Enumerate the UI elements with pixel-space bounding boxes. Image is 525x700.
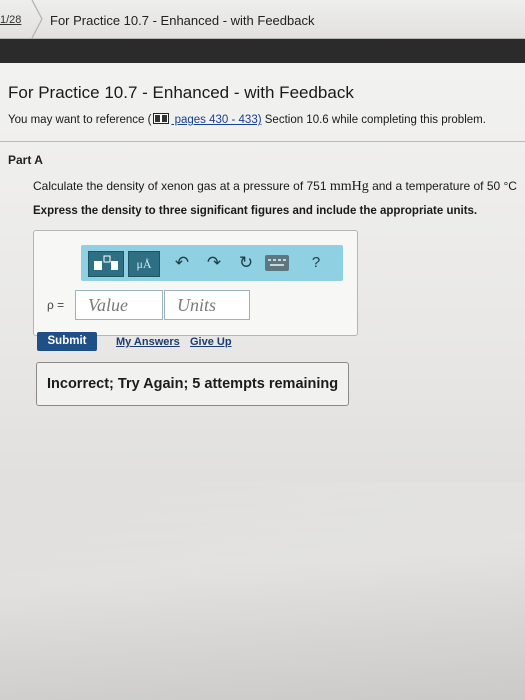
give-up-link[interactable]: Give Up xyxy=(190,336,232,348)
part-label: Part A xyxy=(8,153,43,167)
value-input[interactable]: Value xyxy=(75,290,163,320)
breadcrumb-bar: 1/28 For Practice 10.7 - Enhanced - with… xyxy=(0,0,525,39)
keyboard-icon[interactable] xyxy=(265,255,289,271)
instruction-text: Express the density to three significant… xyxy=(33,205,478,217)
book-icon xyxy=(153,113,170,124)
undo-icon[interactable]: ↶ xyxy=(171,251,193,275)
header-band xyxy=(0,39,525,63)
screen-glare xyxy=(0,483,525,700)
help-icon[interactable]: ? xyxy=(305,251,327,275)
template-button[interactable] xyxy=(88,251,124,277)
feedback-message: Incorrect; Try Again; 5 attempts remaini… xyxy=(36,362,349,406)
divider xyxy=(0,141,525,142)
page-title: For Practice 10.7 - Enhanced - with Feed… xyxy=(8,83,354,102)
keyboard-keys-icon xyxy=(268,259,286,266)
answer-box: μÅ ↶ ↷ ↻ ? ρ = Value Units xyxy=(33,230,358,336)
reset-icon[interactable]: ↻ xyxy=(235,251,257,275)
submit-button[interactable]: Submit xyxy=(37,332,97,351)
question-unit: mmHg xyxy=(329,179,369,194)
main-content: For Practice 10.7 - Enhanced - with Feed… xyxy=(0,63,525,700)
my-answers-link[interactable]: My Answers xyxy=(116,336,180,348)
breadcrumb-chevron-icon xyxy=(31,0,43,38)
reference-suffix: Section 10.6 while completing this probl… xyxy=(261,114,486,126)
reference-note: You may want to reference ( pages 430 - … xyxy=(8,113,486,126)
units-template-button[interactable]: μÅ xyxy=(128,251,160,277)
math-toolbar: μÅ ↶ ↷ ↻ ? xyxy=(81,245,343,281)
units-input[interactable]: Units xyxy=(164,290,250,320)
reference-pages-link[interactable]: pages 430 - 433) xyxy=(171,114,262,126)
reference-prefix: You may want to reference ( xyxy=(8,114,152,126)
template-icon xyxy=(94,255,118,270)
question-text: Calculate the density of xenon gas at a … xyxy=(33,179,517,195)
redo-icon[interactable]: ↷ xyxy=(203,251,225,275)
breadcrumb-title: For Practice 10.7 - Enhanced - with Feed… xyxy=(50,13,315,28)
variable-label: ρ = xyxy=(47,298,65,312)
problem-counter-link[interactable]: 1/28 xyxy=(0,14,21,26)
question-end: and a temperature of 50 °C xyxy=(368,179,517,193)
question-start: Calculate the density of xenon gas at a … xyxy=(33,179,330,193)
